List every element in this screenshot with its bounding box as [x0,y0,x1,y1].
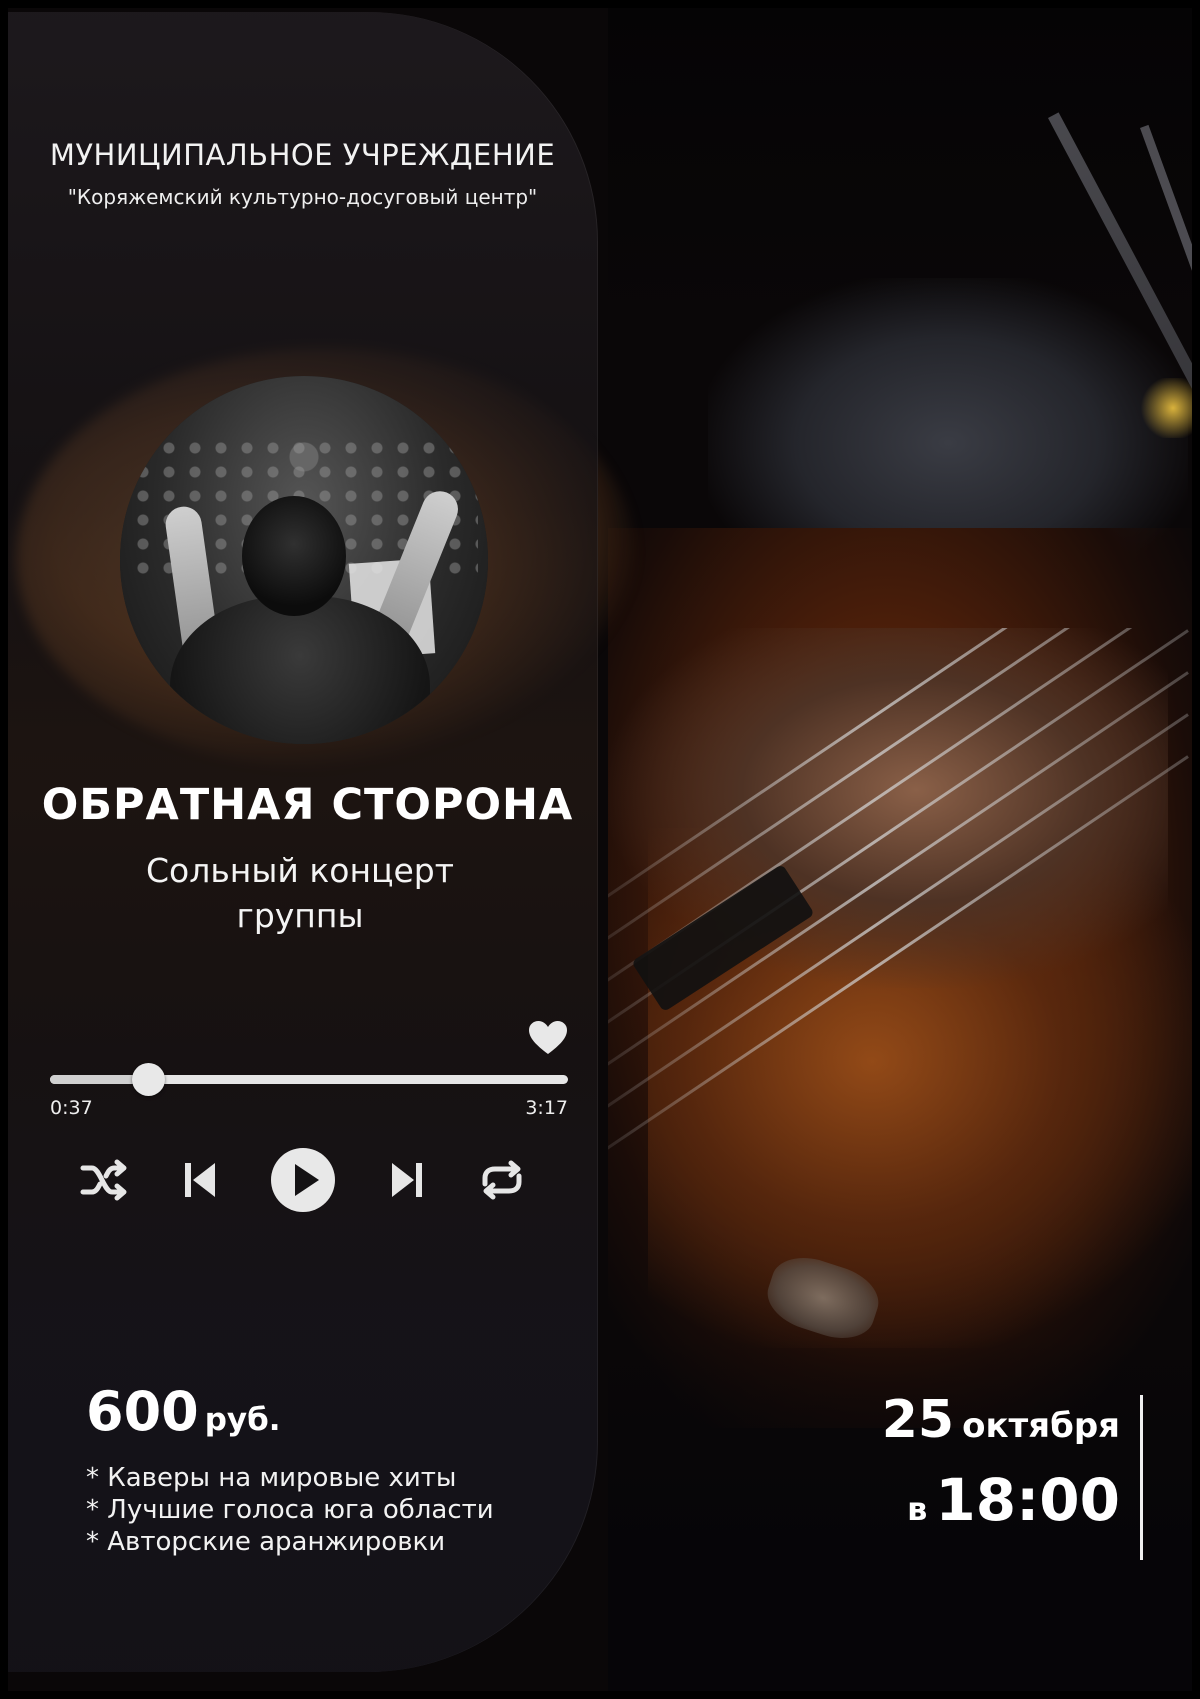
repeat-icon[interactable] [477,1158,527,1202]
organization-title: МУНИЦИПАЛЬНОЕ УЧРЕЖДЕНИЕ [49,138,556,172]
heart-icon[interactable] [528,1020,568,1056]
play-icon[interactable] [270,1147,336,1213]
event-subtitle: Сольный концерт группы [60,848,540,938]
price-amount: 600 [86,1380,199,1443]
event-day: 25 [881,1390,955,1450]
event-subtitle-line2: группы [236,896,364,935]
ticket-price: 600 руб. [86,1380,281,1443]
current-time: 0:37 [50,1097,93,1119]
date-divider [1140,1395,1143,1560]
total-time: 3:17 [525,1097,568,1119]
organization-subtitle: "Коряжемский культурно-досуговый центр" [67,185,538,209]
album-cover-photo [120,376,488,744]
feature-item: * Каверы на мировые хиты [86,1463,457,1493]
event-subtitle-line1: Сольный концерт [146,851,454,890]
previous-icon[interactable] [183,1160,217,1200]
event-datetime: 25 октября в 18:00 [882,1390,1120,1534]
event-title: ОБРАТНАЯ СТОРОНА [41,780,574,830]
event-month: октября [962,1406,1120,1446]
feature-item: * Авторские аранжировки [86,1527,446,1557]
next-icon[interactable] [390,1160,424,1200]
price-currency: руб. [204,1402,281,1438]
progress-bar[interactable] [50,1063,568,1096]
shuffle-icon[interactable] [80,1158,130,1202]
feature-item: * Лучшие голоса юга области [86,1495,494,1525]
event-time-preposition: в [907,1490,928,1528]
features-list: * Каверы на мировые хиты * Лучшие голоса… [86,1462,494,1558]
event-time: 18:00 [935,1466,1120,1534]
